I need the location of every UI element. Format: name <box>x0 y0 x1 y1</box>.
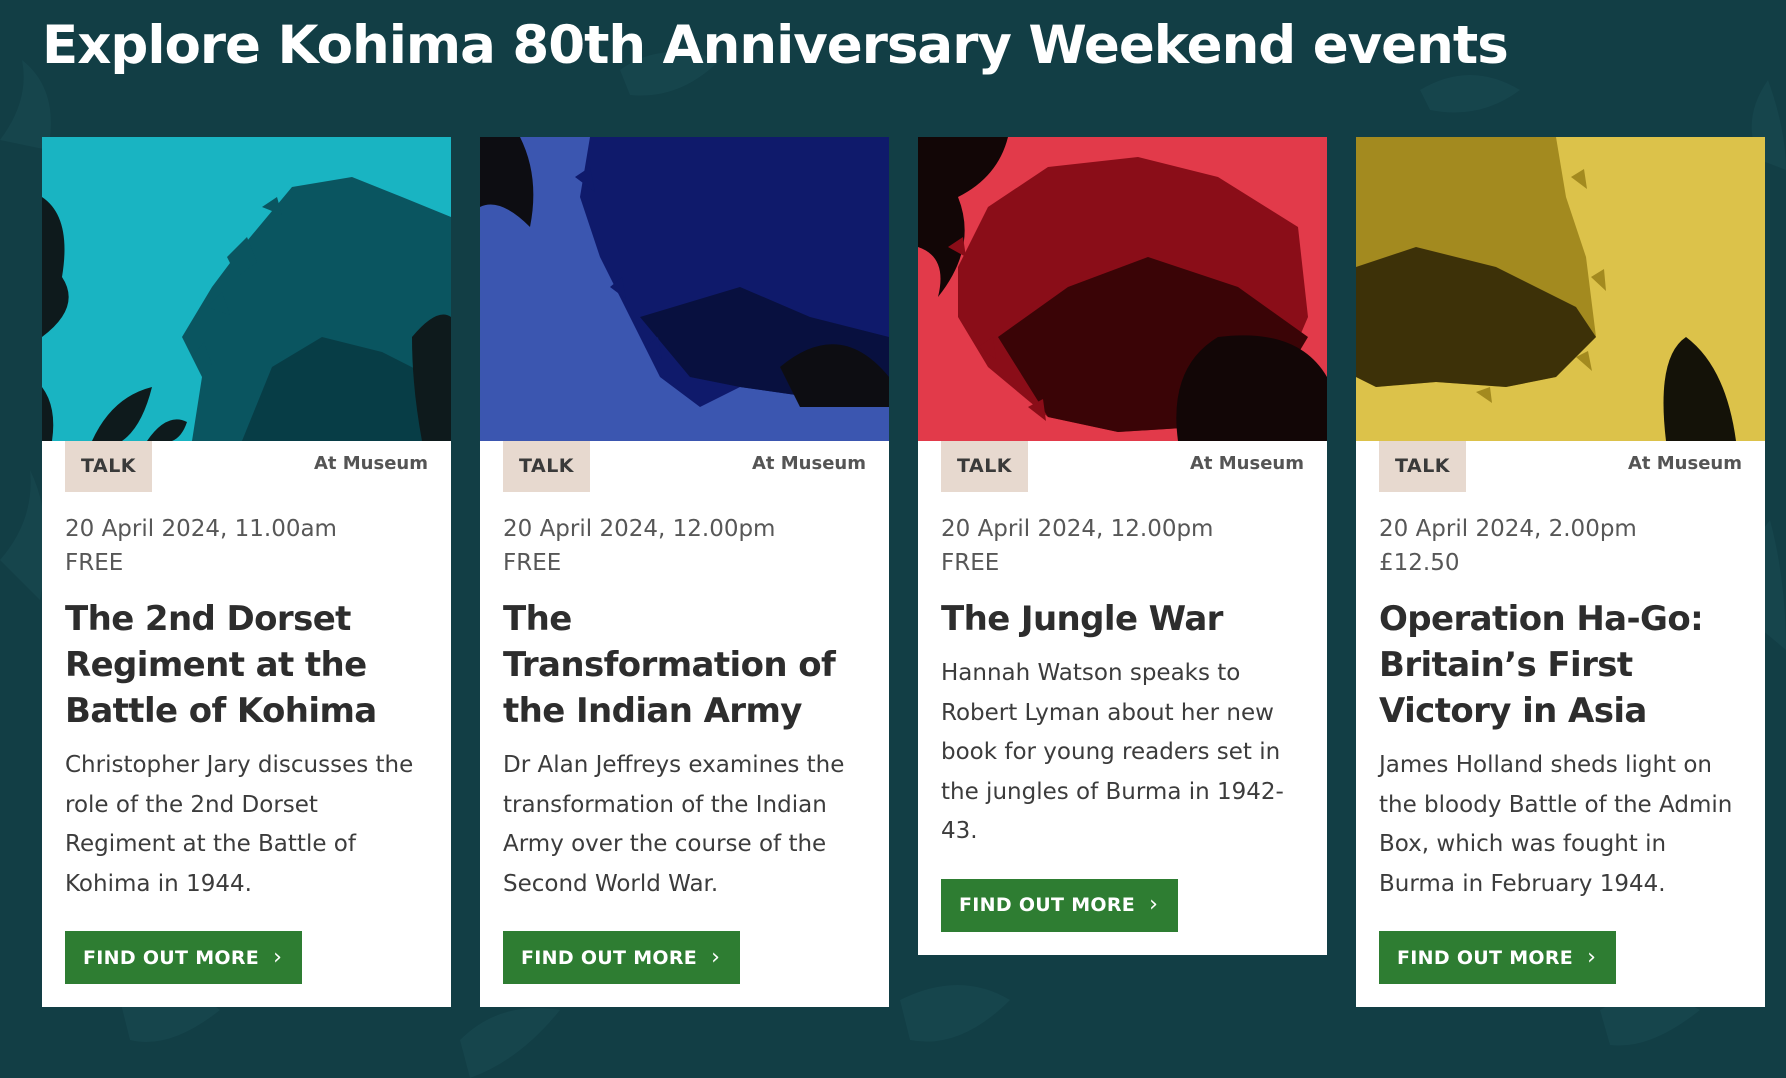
event-date: 20 April 2024, 11.00am <box>65 516 337 542</box>
event-image[interactable] <box>918 137 1327 441</box>
event-title[interactable]: The 2nd Dorset Regiment at the Battle of… <box>65 596 428 734</box>
event-type-tag: TALK <box>1379 441 1467 492</box>
event-card: TALK At Museum 20 April 2024, 2.00pm £12… <box>1356 137 1765 1007</box>
event-location: At Museum <box>1189 453 1304 474</box>
event-title[interactable]: The Transformation of the Indian Army <box>503 596 866 734</box>
event-description: Hannah Watson speaks to Robert Lyman abo… <box>941 660 1284 844</box>
chevron-right-icon: › <box>711 944 721 970</box>
event-type-tag: TALK <box>503 441 591 492</box>
event-card: TALK At Museum 20 April 2024, 11.00am FR… <box>42 137 451 1007</box>
event-description: James Holland sheds light on the bloody … <box>1379 752 1733 897</box>
event-price: FREE <box>65 550 124 576</box>
event-price: £12.50 <box>1379 550 1460 576</box>
event-image[interactable] <box>1356 137 1765 441</box>
chevron-right-icon: › <box>273 944 283 970</box>
button-label: FIND OUT MORE <box>83 946 260 969</box>
event-price: FREE <box>503 550 562 576</box>
event-date: 20 April 2024, 2.00pm <box>1379 516 1637 542</box>
event-description: Dr Alan Jeffreys examines the transforma… <box>503 752 845 897</box>
event-description: Christopher Jary discusses the role of t… <box>65 752 414 897</box>
find-out-more-button[interactable]: FIND OUT MORE › <box>65 931 303 984</box>
event-date: 20 April 2024, 12.00pm <box>941 516 1214 542</box>
event-card: TALK At Museum 20 April 2024, 12.00pm FR… <box>918 137 1327 955</box>
event-location: At Museum <box>1627 453 1742 474</box>
button-label: FIND OUT MORE <box>521 946 698 969</box>
event-image[interactable] <box>480 137 889 441</box>
button-label: FIND OUT MORE <box>959 894 1136 916</box>
chevron-right-icon: › <box>1149 892 1159 917</box>
page-title: Explore Kohima 80th Anniversary Weekend … <box>42 15 1509 76</box>
find-out-more-button[interactable]: FIND OUT MORE › <box>941 878 1179 932</box>
find-out-more-button[interactable]: FIND OUT MORE › <box>503 931 741 984</box>
find-out-more-button[interactable]: FIND OUT MORE › <box>1379 931 1617 984</box>
event-price: FREE <box>941 550 1000 576</box>
event-card: TALK At Museum 20 April 2024, 12.00pm FR… <box>480 137 889 1007</box>
event-title[interactable]: The Jungle War <box>941 596 1304 642</box>
button-label: FIND OUT MORE <box>1397 946 1574 969</box>
event-location: At Museum <box>751 453 866 474</box>
event-location: At Museum <box>313 453 428 474</box>
event-type-tag: TALK <box>941 441 1029 492</box>
event-date: 20 April 2024, 12.00pm <box>503 516 776 542</box>
chevron-right-icon: › <box>1587 944 1597 970</box>
event-type-tag: TALK <box>65 441 153 492</box>
event-title[interactable]: Operation Ha-Go: Britain’s First Victory… <box>1379 596 1742 734</box>
event-image[interactable] <box>42 137 451 441</box>
